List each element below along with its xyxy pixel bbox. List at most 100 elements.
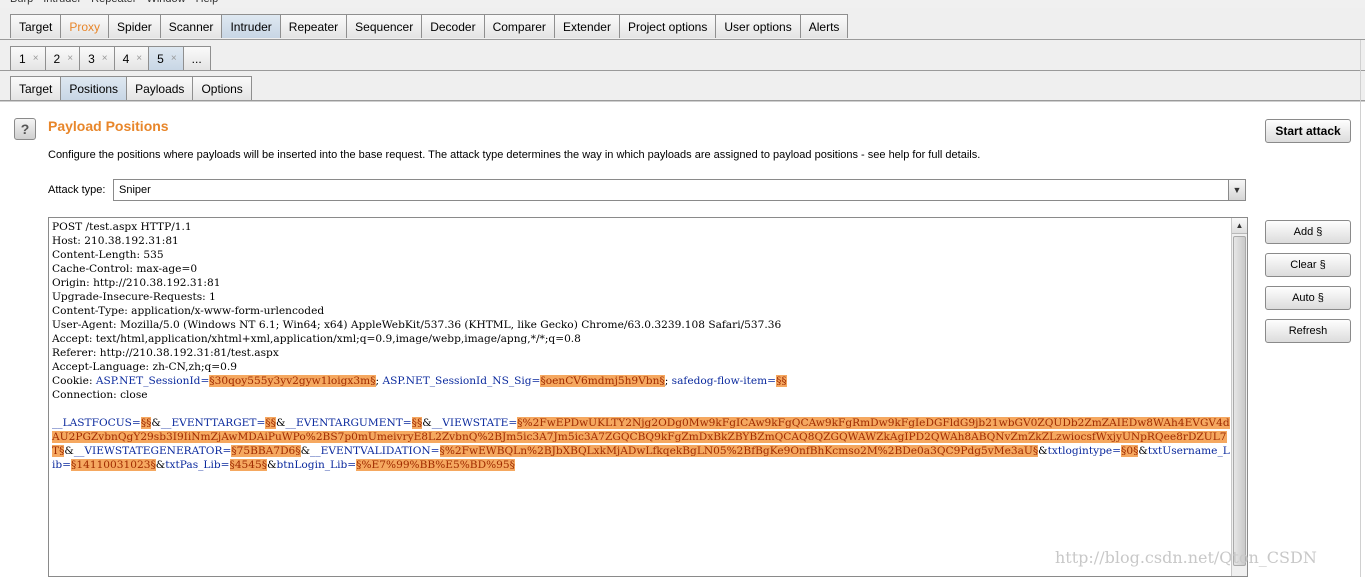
request-line: Content-Type: application/x-www-form-url…: [52, 305, 325, 317]
attack-tab-3[interactable]: 3 ×: [79, 46, 115, 70]
menu-items: Burp Intruder Repeater Window Help: [10, 0, 218, 5]
subtab-positions[interactable]: Positions: [60, 76, 128, 100]
payload-marker: §75BBA7D6§: [231, 445, 301, 457]
request-text[interactable]: POST /test.aspx HTTP/1.1 Host: 210.38.192…: [52, 220, 1230, 472]
param-name: ASP.NET_SessionId_NS_Sig=: [382, 375, 541, 387]
request-line: Referer: http://210.38.192.31:81/test.as…: [52, 347, 279, 359]
request-text-segment: Cookie:: [52, 375, 96, 387]
menu-item[interactable]: Window: [146, 0, 185, 5]
request-line: Cache-Control: max-age=0: [52, 263, 198, 275]
payload-marker: §0§: [1121, 445, 1139, 457]
request-line: POST /test.aspx HTTP/1.1: [52, 221, 192, 233]
tab-scanner[interactable]: Scanner: [159, 14, 223, 38]
subtab-options[interactable]: Options: [192, 76, 252, 100]
attack-tab-5[interactable]: 5 ×: [148, 46, 184, 70]
tab-target[interactable]: Target: [10, 14, 62, 38]
page-title: Payload Positions: [48, 118, 169, 134]
request-line: Origin: http://210.38.192.31:81: [52, 277, 221, 289]
close-icon[interactable]: ×: [33, 53, 39, 64]
payload-marker: §30qoy555y3yv2gyw1loigx3m§: [209, 375, 376, 387]
sub-tab-bar: Target Positions Payloads Options: [0, 71, 1365, 101]
attack-type-value: Sniper: [119, 184, 151, 196]
payload-marker: §4545§: [229, 459, 268, 471]
attack-tab-2[interactable]: 2 ×: [44, 46, 81, 70]
subtab-payloads[interactable]: Payloads: [126, 76, 194, 100]
tab-intruder[interactable]: Intruder: [221, 14, 281, 38]
attack-tab-bar: 1 × 2 × 3 × 4 × 5 × ...: [0, 40, 1365, 71]
editor-scrollbar[interactable]: ▲: [1231, 218, 1247, 576]
request-line: Content-Length: 535: [52, 249, 164, 261]
param-name: __VIEWSTATE=: [431, 417, 518, 429]
tab-extender[interactable]: Extender: [553, 14, 620, 38]
attack-tab-4[interactable]: 4 ×: [113, 46, 150, 70]
param-name: txtPas_Lib=: [165, 459, 230, 471]
new-attack-tab[interactable]: ...: [182, 46, 211, 70]
panel-description: Configure the positions where payloads w…: [48, 149, 981, 161]
payload-marker: §14110031023§: [71, 459, 156, 471]
close-icon[interactable]: ×: [102, 53, 108, 64]
request-line: Host: 210.38.192.31:81: [52, 235, 179, 247]
request-line: Accept-Language: zh-CN,zh;q=0.9: [52, 361, 238, 373]
refresh-button[interactable]: Refresh: [1265, 319, 1351, 343]
close-icon[interactable]: ×: [136, 53, 142, 64]
close-icon[interactable]: ×: [171, 53, 177, 64]
request-line: Connection: close: [52, 389, 148, 401]
scroll-up-icon[interactable]: ▲: [1232, 218, 1247, 234]
tab-spider[interactable]: Spider: [108, 14, 161, 38]
payload-marker: §§: [265, 417, 276, 429]
help-icon[interactable]: ?: [14, 118, 36, 140]
start-attack-button[interactable]: Start attack: [1265, 119, 1351, 143]
request-text-segment: &: [275, 417, 286, 429]
tab-decoder[interactable]: Decoder: [421, 14, 485, 38]
request-text-segment: &: [1038, 445, 1048, 457]
payload-marker: §%2FwEWBQLn%2BJbXBQLxkMjADwLfkqekBgLN05%…: [439, 445, 1039, 457]
request-text-segment: &: [64, 445, 74, 457]
watermark: http://blog.csdn.net/Qton_CSDN: [1055, 548, 1317, 567]
request-editor[interactable]: POST /test.aspx HTTP/1.1 Host: 210.38.192…: [48, 217, 1248, 577]
chevron-down-icon[interactable]: ▼: [1228, 180, 1245, 200]
payload-marker: §§: [411, 417, 423, 429]
menu-item[interactable]: Help: [196, 0, 219, 5]
cookie-line: Cookie: ASP.NET_SessionId=§30qoy555y3yv2…: [52, 374, 1230, 388]
param-name: ASP.NET_SessionId=: [95, 375, 210, 387]
param-name: txtlogintype=: [1047, 445, 1122, 457]
request-line: Accept: text/html,application/xhtml+xml,…: [52, 333, 581, 345]
param-name: __VIEWSTATEGENERATOR=: [73, 445, 232, 457]
menu-item[interactable]: Intruder: [43, 0, 81, 5]
tab-alerts[interactable]: Alerts: [799, 14, 849, 38]
clear-markers-button[interactable]: Clear §: [1265, 253, 1351, 277]
request-text-segment: &: [300, 445, 311, 457]
menu-item[interactable]: Burp: [10, 0, 33, 5]
attack-type-select[interactable]: Sniper ▼: [113, 179, 1246, 201]
request-body: __LASTFOCUS=§§&__EVENTTARGET=§§&__EVENTA…: [52, 416, 1230, 472]
main-tab-bar: Target Proxy Spider Scanner Intruder Rep…: [0, 8, 1365, 40]
payload-marker: §§: [776, 375, 787, 387]
request-text-segment: &: [155, 459, 166, 471]
auto-markers-button[interactable]: Auto §: [1265, 286, 1351, 310]
tab-proxy[interactable]: Proxy: [60, 14, 110, 38]
payload-marker: §%E7%99%BB%E5%BD%95§: [356, 459, 515, 471]
scroll-thumb[interactable]: [1233, 236, 1246, 566]
tab-repeater[interactable]: Repeater: [279, 14, 348, 38]
add-marker-button[interactable]: Add §: [1265, 220, 1351, 244]
menu-bar: Burp Intruder Repeater Window Help: [0, 0, 1365, 8]
payload-marker: §§: [140, 417, 152, 429]
close-icon[interactable]: ×: [67, 53, 73, 64]
param-name: __LASTFOCUS=: [52, 417, 141, 429]
request-text-segment: &: [422, 417, 432, 429]
subtab-target[interactable]: Target: [10, 76, 62, 100]
tab-comparer[interactable]: Comparer: [483, 14, 555, 38]
param-name: btnLogin_Lib=: [276, 459, 357, 471]
param-name: __EVENTARGUMENT=: [285, 417, 412, 429]
request-text-segment: &: [267, 459, 277, 471]
tab-user-options[interactable]: User options: [715, 14, 801, 38]
divider: [1360, 40, 1361, 577]
menu-item[interactable]: Repeater: [91, 0, 136, 5]
param-name: safedog-flow-item=: [671, 375, 777, 387]
attack-tab-1[interactable]: 1 ×: [10, 46, 46, 70]
tab-sequencer[interactable]: Sequencer: [346, 14, 423, 38]
tab-project-options[interactable]: Project options: [618, 14, 717, 38]
request-text-segment: &: [151, 417, 161, 429]
param-name: __EVENTTARGET=: [160, 417, 266, 429]
